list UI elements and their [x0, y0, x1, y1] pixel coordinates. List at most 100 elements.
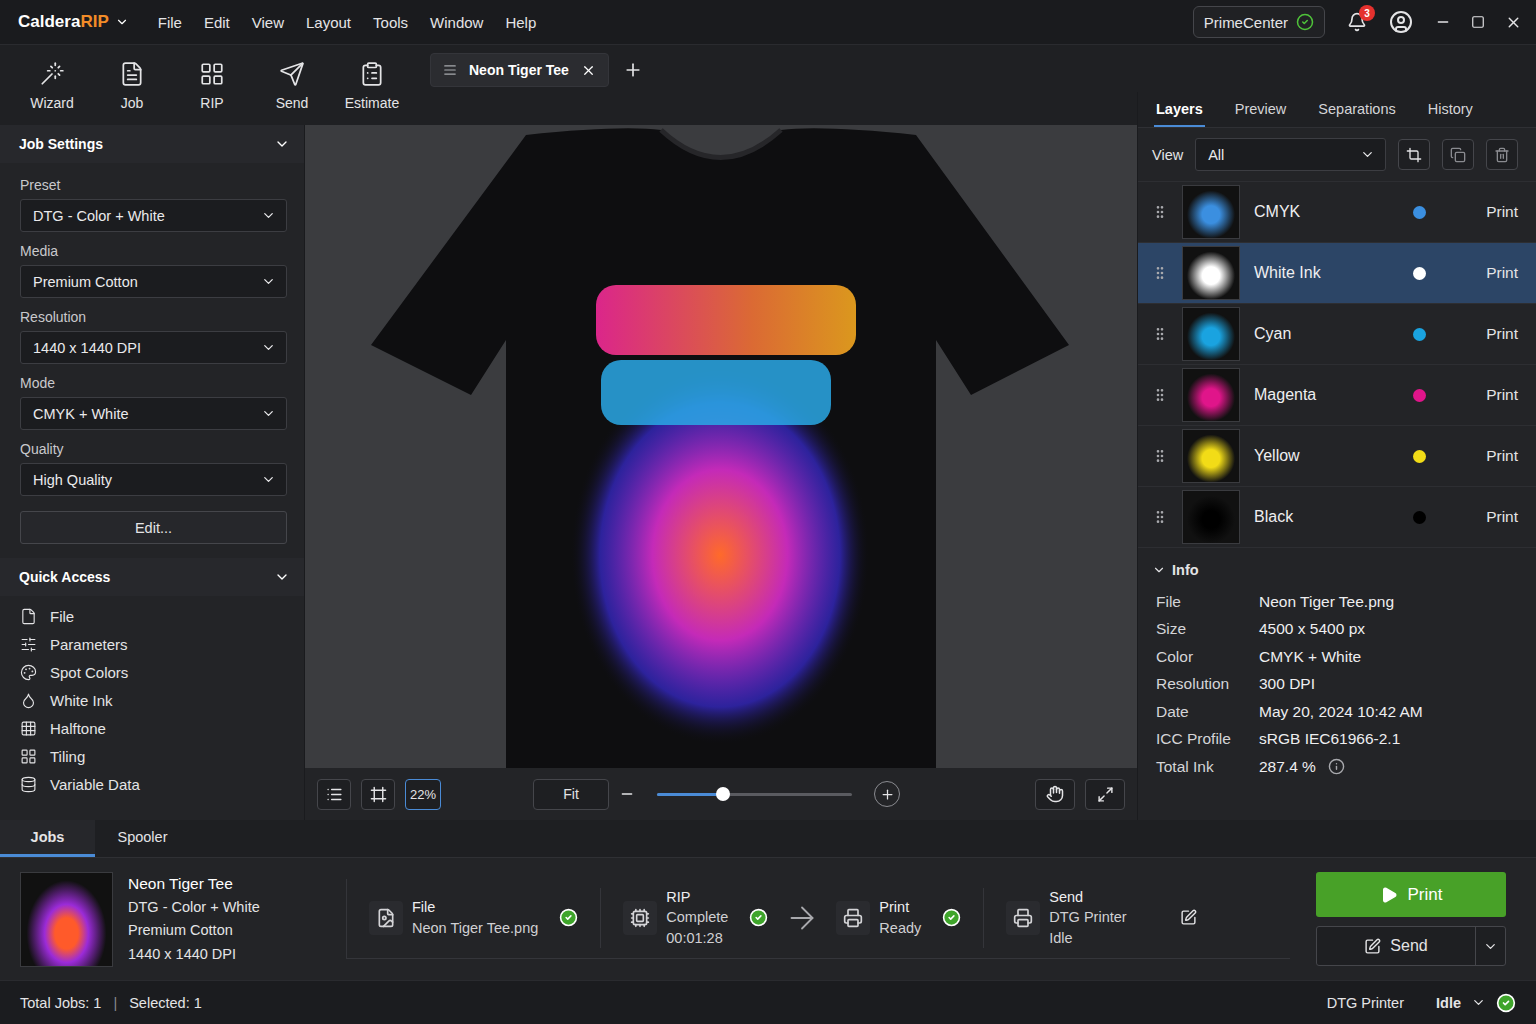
drag-handle-icon[interactable] [1152, 509, 1168, 525]
quick-access-item[interactable]: Spot Colors [0, 658, 304, 686]
menu-item[interactable]: File [147, 10, 193, 35]
duplicate-button[interactable] [1442, 139, 1474, 170]
menu-item[interactable]: Help [494, 10, 547, 35]
pipeline-step: SendDTG PrinterIdle [1006, 887, 1196, 949]
user-icon[interactable] [1389, 10, 1413, 34]
drag-handle-icon[interactable] [1152, 265, 1168, 281]
step-icon [1013, 908, 1033, 928]
pan-button[interactable] [1035, 779, 1075, 810]
minimize-icon[interactable] [1435, 14, 1451, 30]
layer-row[interactable]: CyanPrint [1138, 304, 1536, 365]
delete-button[interactable] [1486, 139, 1518, 170]
layer-action[interactable]: Print [1474, 386, 1518, 404]
menu-item[interactable]: Layout [295, 10, 362, 35]
document-tabs: Neon Tiger Tee [425, 45, 1536, 92]
quick-access-item[interactable]: Parameters [0, 630, 304, 658]
send-main[interactable]: Send [1317, 927, 1475, 965]
toolbar-button[interactable]: Estimate [333, 53, 411, 119]
drag-handle-icon[interactable] [1152, 204, 1168, 220]
quick-access-header[interactable]: Quick Access [0, 558, 304, 596]
layer-action[interactable]: Print [1474, 264, 1518, 282]
send-button[interactable]: Send [1316, 926, 1506, 966]
frame-icon [370, 786, 387, 803]
toolbar-button[interactable]: RIP [173, 53, 251, 119]
job-row[interactable]: Neon Tiger TeeDTG - Color + WhitePremium… [0, 858, 1536, 980]
edit-icon[interactable] [1180, 909, 1197, 926]
toolbar-button[interactable]: Job [93, 53, 171, 119]
setting-field: PresetDTG - Color + White [20, 177, 287, 232]
layer-action[interactable]: Print [1474, 508, 1518, 526]
info-icon[interactable] [1328, 758, 1345, 775]
step-icon-box [369, 901, 403, 935]
job-settings-header[interactable]: Job Settings [0, 125, 304, 163]
send-form-icon [1364, 938, 1381, 955]
crop-button[interactable] [1398, 139, 1430, 170]
layer-row[interactable]: CMYKPrint [1138, 182, 1536, 243]
quick-access-item[interactable]: Variable Data [0, 770, 304, 798]
send-dropdown[interactable] [1475, 927, 1505, 965]
new-tab-icon[interactable] [623, 60, 643, 80]
quick-access-item[interactable]: File [0, 602, 304, 630]
menu-item[interactable]: Window [419, 10, 494, 35]
slider-knob[interactable] [716, 787, 730, 801]
zoom-in-button[interactable] [874, 781, 900, 807]
close-tab-icon[interactable] [581, 63, 596, 78]
panel-tab[interactable]: History [1426, 92, 1475, 127]
fullscreen-button[interactable] [1085, 779, 1125, 810]
zoom-slider[interactable] [657, 793, 852, 796]
field-select[interactable]: 1440 x 1440 DPI [20, 331, 287, 364]
step-text: FileNeon Tiger Tee.png [412, 897, 538, 938]
job-info: Neon Tiger TeeDTG - Color + WhitePremium… [128, 872, 346, 966]
menu-item[interactable]: View [241, 10, 295, 35]
document-tab[interactable]: Neon Tiger Tee [430, 53, 609, 87]
notifications-button[interactable]: 3 [1347, 12, 1367, 32]
drag-handle-icon[interactable] [1152, 448, 1168, 464]
field-select[interactable]: DTG - Color + White [20, 199, 287, 232]
canvas-column: 22% Fit [305, 125, 1137, 820]
quick-access-item[interactable]: Halftone [0, 714, 304, 742]
info-header[interactable]: Info [1138, 548, 1536, 588]
drag-handle-icon[interactable] [1152, 387, 1168, 403]
panel-tab[interactable]: Preview [1233, 92, 1289, 127]
account-button[interactable]: PrimeCenter [1193, 6, 1325, 38]
jobs-tab[interactable]: Spooler [95, 820, 190, 857]
layer-action[interactable]: Print [1474, 325, 1518, 343]
zoom-button[interactable]: 22% [405, 779, 441, 810]
printer-status[interactable]: DTG PrinterIdle [1327, 993, 1516, 1013]
toolbar-button[interactable]: Wizard [13, 53, 91, 119]
app-logo[interactable]: CalderaRIP [18, 12, 129, 32]
view-select[interactable]: All [1195, 138, 1386, 171]
quick-access-item[interactable]: White Ink [0, 686, 304, 714]
quick-item-label: Halftone [50, 720, 106, 737]
print-button[interactable]: Print [1316, 872, 1506, 917]
field-select[interactable]: Premium Cotton [20, 265, 287, 298]
field-select[interactable]: High Quality [20, 463, 287, 496]
fit-button[interactable]: Fit [533, 779, 609, 810]
toolbar-button[interactable]: Send [253, 53, 331, 119]
panel-tab[interactable]: Separations [1316, 92, 1397, 127]
close-icon[interactable] [1505, 14, 1522, 31]
chevron-down-icon [261, 274, 276, 289]
field-select[interactable]: CMYK + White [20, 397, 287, 430]
quick-access-item[interactable]: Tiling [0, 742, 304, 770]
layer-row[interactable]: MagentaPrint [1138, 365, 1536, 426]
canvas-view[interactable] [305, 125, 1137, 768]
layer-name: Black [1254, 508, 1399, 526]
maximize-icon[interactable] [1471, 15, 1485, 29]
zoom-out-button[interactable] [619, 786, 635, 802]
frame-button[interactable] [361, 779, 395, 810]
info-row: FileNeon Tiger Tee.png [1156, 588, 1518, 616]
list-view-button[interactable] [317, 779, 351, 810]
jobs-tab[interactable]: Jobs [0, 820, 95, 857]
layer-row[interactable]: Black Print [1138, 487, 1536, 548]
layer-row[interactable]: White InkPrint [1138, 243, 1536, 304]
layer-row[interactable]: YellowPrint [1138, 426, 1536, 487]
edit-button[interactable]: Edit... [20, 511, 287, 544]
menu-item[interactable]: Tools [362, 10, 419, 35]
panel-tab[interactable]: Layers [1154, 92, 1205, 127]
chevron-down-icon [261, 340, 276, 355]
layer-action[interactable]: Print [1474, 447, 1518, 465]
layer-action[interactable]: Print [1474, 203, 1518, 221]
menu-item[interactable]: Edit [193, 10, 241, 35]
drag-handle-icon[interactable] [1152, 326, 1168, 342]
